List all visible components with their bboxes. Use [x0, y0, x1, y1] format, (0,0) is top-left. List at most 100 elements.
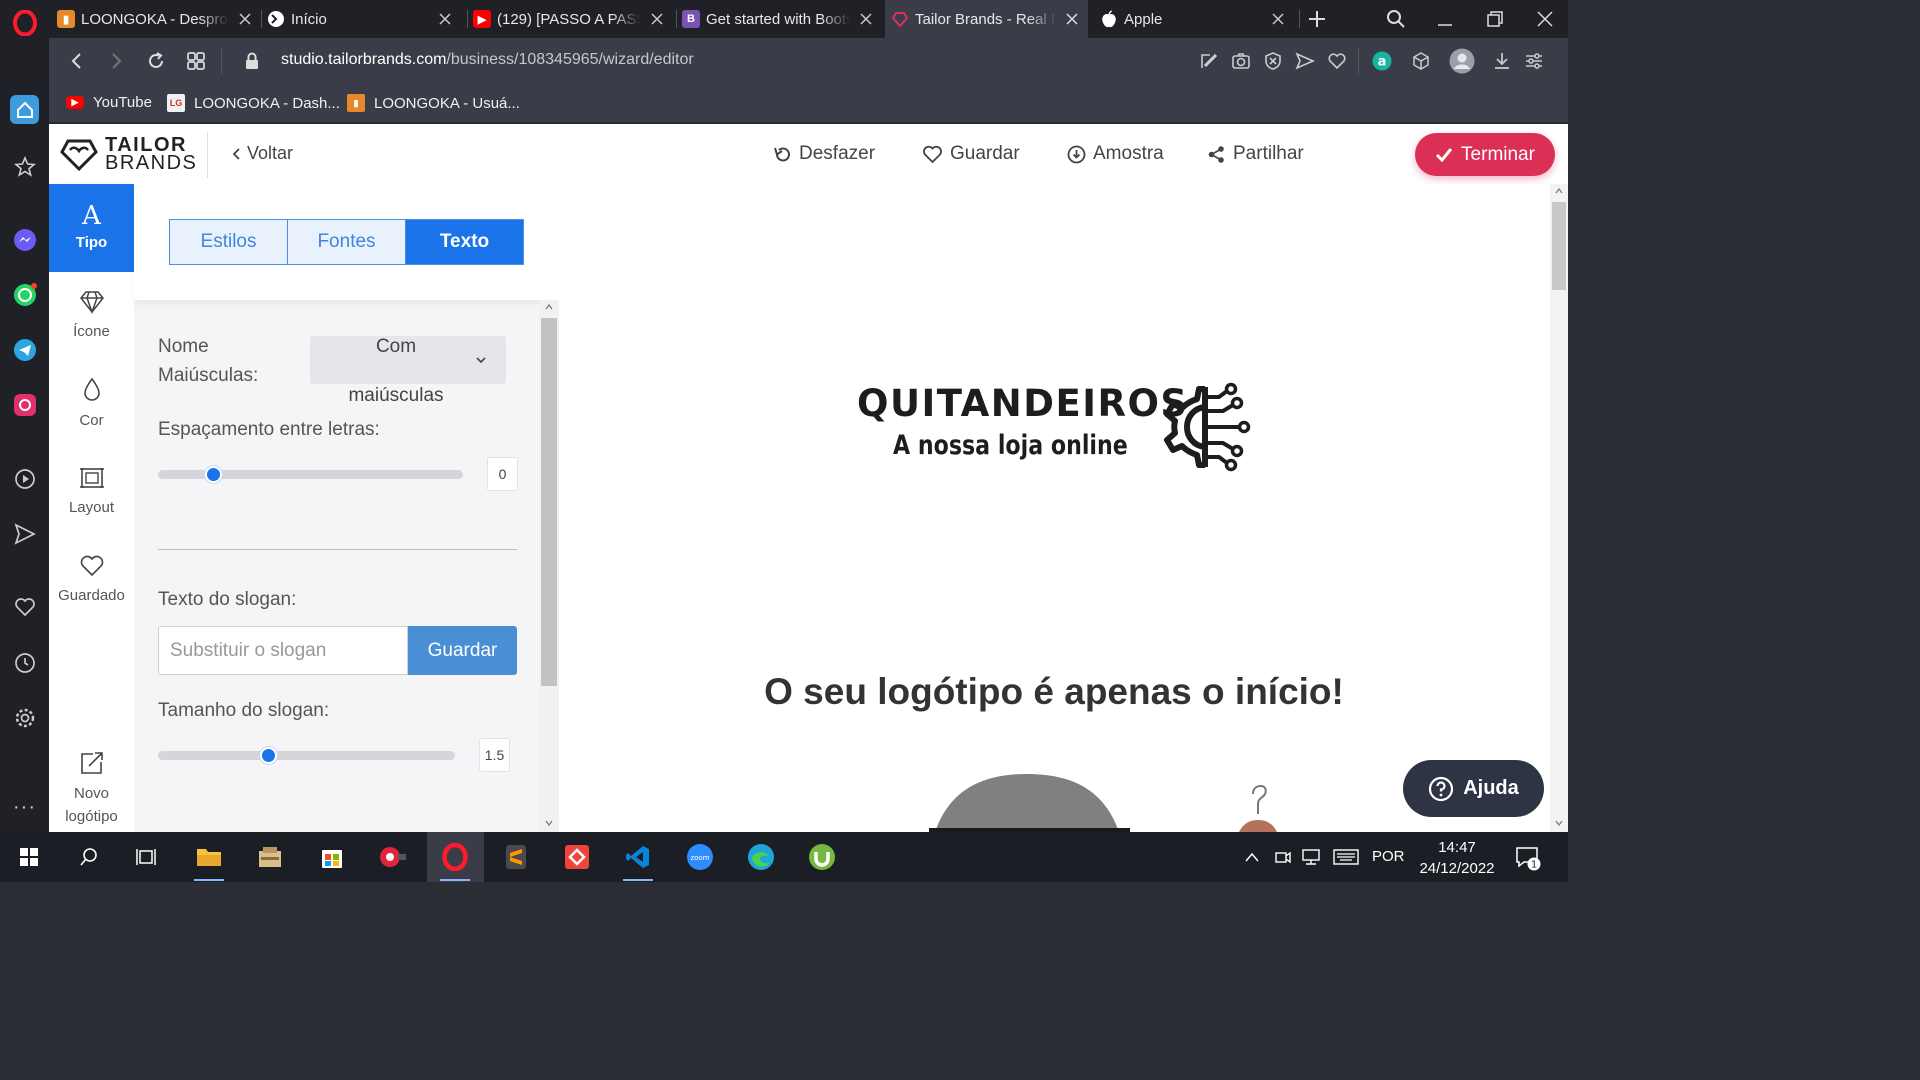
rail-item-icone[interactable]: Ícone	[49, 272, 134, 360]
restore-icon[interactable]	[1485, 9, 1505, 29]
letter-spacing-slider[interactable]	[158, 470, 463, 479]
search-icon[interactable]	[72, 840, 106, 874]
scroll-up-icon[interactable]	[1555, 188, 1563, 194]
rail-item-tipo[interactable]: A Tipo	[49, 184, 134, 272]
messenger-icon[interactable]	[10, 225, 39, 254]
letter-spacing-slider-handle[interactable]	[204, 466, 222, 483]
canvas-scrollbar[interactable]	[1550, 184, 1568, 832]
close-tab-icon[interactable]	[649, 11, 665, 27]
vscode-icon[interactable]	[621, 840, 655, 881]
zoom-icon[interactable]: zoom	[683, 840, 717, 874]
extensions-cube-icon[interactable]	[1411, 51, 1431, 71]
more-icon[interactable]: ···	[10, 793, 39, 822]
close-tab-icon[interactable]	[437, 11, 453, 27]
bookmark-heart-icon[interactable]	[1327, 51, 1347, 71]
close-tab-icon[interactable]	[1270, 11, 1286, 27]
slogan-input[interactable]: Substituir o slogan	[158, 626, 408, 675]
back-button[interactable]: Voltar	[231, 143, 293, 164]
lock-icon[interactable]	[242, 51, 262, 71]
tab-estilos[interactable]: Estilos	[169, 219, 288, 265]
undo-button[interactable]: Desfazer	[773, 143, 875, 165]
tab-fontes[interactable]: Fontes	[288, 219, 406, 265]
circuit-gear-icon[interactable]	[1161, 381, 1253, 473]
tabs-grid-icon[interactable]	[186, 51, 206, 71]
tab-inicio[interactable]: Início	[267, 0, 461, 38]
rail-item-guardado[interactable]: Guardado	[49, 536, 134, 624]
settings-icon[interactable]	[10, 703, 39, 732]
close-tab-icon[interactable]	[858, 11, 874, 27]
easy-setup-icon[interactable]	[1199, 51, 1219, 71]
finish-button[interactable]: Terminar	[1415, 133, 1555, 176]
slogan-size-slider[interactable]	[158, 751, 455, 760]
brand-slogan[interactable]: A nossa loja online	[893, 430, 1128, 461]
close-tab-icon[interactable]	[237, 11, 253, 27]
rail-item-layout[interactable]: Layout	[49, 448, 134, 536]
utorrent-icon[interactable]	[805, 840, 839, 874]
brand-name[interactable]: QUITANDEIROS	[857, 382, 1189, 425]
send-icon[interactable]	[10, 519, 39, 548]
slogan-save-button[interactable]: Guardar	[408, 626, 517, 675]
slogan-size-slider-handle[interactable]	[259, 747, 277, 764]
file-explorer-icon[interactable]	[192, 840, 226, 881]
bookmark-loongoka-dashboard[interactable]: LG LOONGOKA - Dash...	[167, 94, 340, 112]
heart-icon[interactable]	[10, 592, 39, 621]
rail-item-novo-logotipo[interactable]: Novo logótipo	[49, 746, 134, 832]
tab-apple[interactable]: Apple	[1094, 0, 1294, 38]
panel-scrollbar[interactable]	[539, 300, 559, 832]
tab-youtube[interactable]: ▶ (129) [PASSO A PASSO]	[473, 0, 673, 38]
instagram-icon[interactable]	[10, 390, 39, 419]
close-tab-icon[interactable]	[1064, 11, 1080, 27]
easy-menu-icon[interactable]	[1524, 51, 1544, 71]
star-icon[interactable]	[10, 152, 39, 181]
tab-bootstrap[interactable]: B Get started with Bootstrap	[682, 0, 882, 38]
task-view-icon[interactable]	[130, 840, 164, 874]
system-clock[interactable]: 14:47 24/12/2022	[1410, 837, 1504, 879]
canvas-scrollbar-thumb[interactable]	[1552, 202, 1566, 290]
forward-icon[interactable]	[106, 51, 126, 71]
letter-spacing-value[interactable]: 0	[487, 457, 518, 491]
tab-tailorbrands[interactable]: Tailor Brands - Real Person	[885, 0, 1088, 38]
scroll-down-icon[interactable]	[1555, 820, 1563, 826]
anydesk-icon[interactable]	[560, 840, 594, 874]
sample-button[interactable]: Amostra	[1067, 143, 1164, 165]
share-button[interactable]: Partilhar	[1207, 143, 1304, 165]
scroll-down-icon[interactable]	[545, 820, 553, 826]
app-box-icon[interactable]	[253, 840, 287, 874]
chevron-up-icon[interactable]	[1244, 851, 1260, 863]
close-window-icon[interactable]	[1535, 9, 1555, 29]
opera-browser-icon[interactable]	[438, 840, 472, 881]
scroll-up-icon[interactable]	[545, 304, 553, 310]
tailorbrands-logo-icon[interactable]	[60, 137, 98, 171]
notification-center-icon[interactable]: 1	[1515, 845, 1541, 871]
rail-item-cor[interactable]: Cor	[49, 360, 134, 448]
name-case-select[interactable]: Com maiúsculas	[310, 336, 506, 406]
help-button[interactable]: Ajuda	[1403, 760, 1544, 817]
camera-icon[interactable]	[1274, 848, 1292, 866]
bookmark-youtube[interactable]: ▶ YouTube	[66, 94, 152, 111]
network-icon[interactable]	[1301, 848, 1321, 866]
windows-start-icon[interactable]	[12, 840, 46, 874]
download-icon[interactable]	[1492, 51, 1512, 71]
panel-scrollbar-thumb[interactable]	[541, 318, 557, 686]
slogan-size-value[interactable]: 1.5	[479, 738, 510, 772]
keyboard-icon[interactable]	[1333, 849, 1359, 865]
home-icon[interactable]	[10, 95, 39, 124]
save-button[interactable]: Guardar	[922, 143, 1020, 165]
telegram-icon[interactable]	[10, 335, 39, 364]
edge-icon[interactable]	[744, 840, 778, 874]
opera-logo-icon[interactable]	[10, 8, 39, 37]
whatsapp-icon[interactable]	[10, 280, 39, 309]
tab-loongoka[interactable]: ▮ LOONGOKA - Desprotegido	[57, 0, 261, 38]
tab-texto[interactable]: Texto	[406, 219, 524, 265]
bookmark-loongoka-usuario[interactable]: ▮ LOONGOKA - Usuá...	[347, 94, 520, 112]
minimize-icon[interactable]	[1435, 9, 1455, 29]
microsoft-store-icon[interactable]	[315, 840, 349, 874]
snapshot-icon[interactable]	[1231, 51, 1251, 71]
back-icon[interactable]	[67, 51, 87, 71]
history-icon[interactable]	[10, 648, 39, 677]
tailorbrands-logo[interactable]: TAILOR BRANDS	[105, 135, 197, 173]
language-indicator[interactable]: POR	[1372, 848, 1405, 865]
screen-recorder-icon[interactable]	[376, 840, 410, 874]
reload-icon[interactable]	[146, 51, 166, 71]
adblock-icon[interactable]	[1263, 51, 1283, 71]
